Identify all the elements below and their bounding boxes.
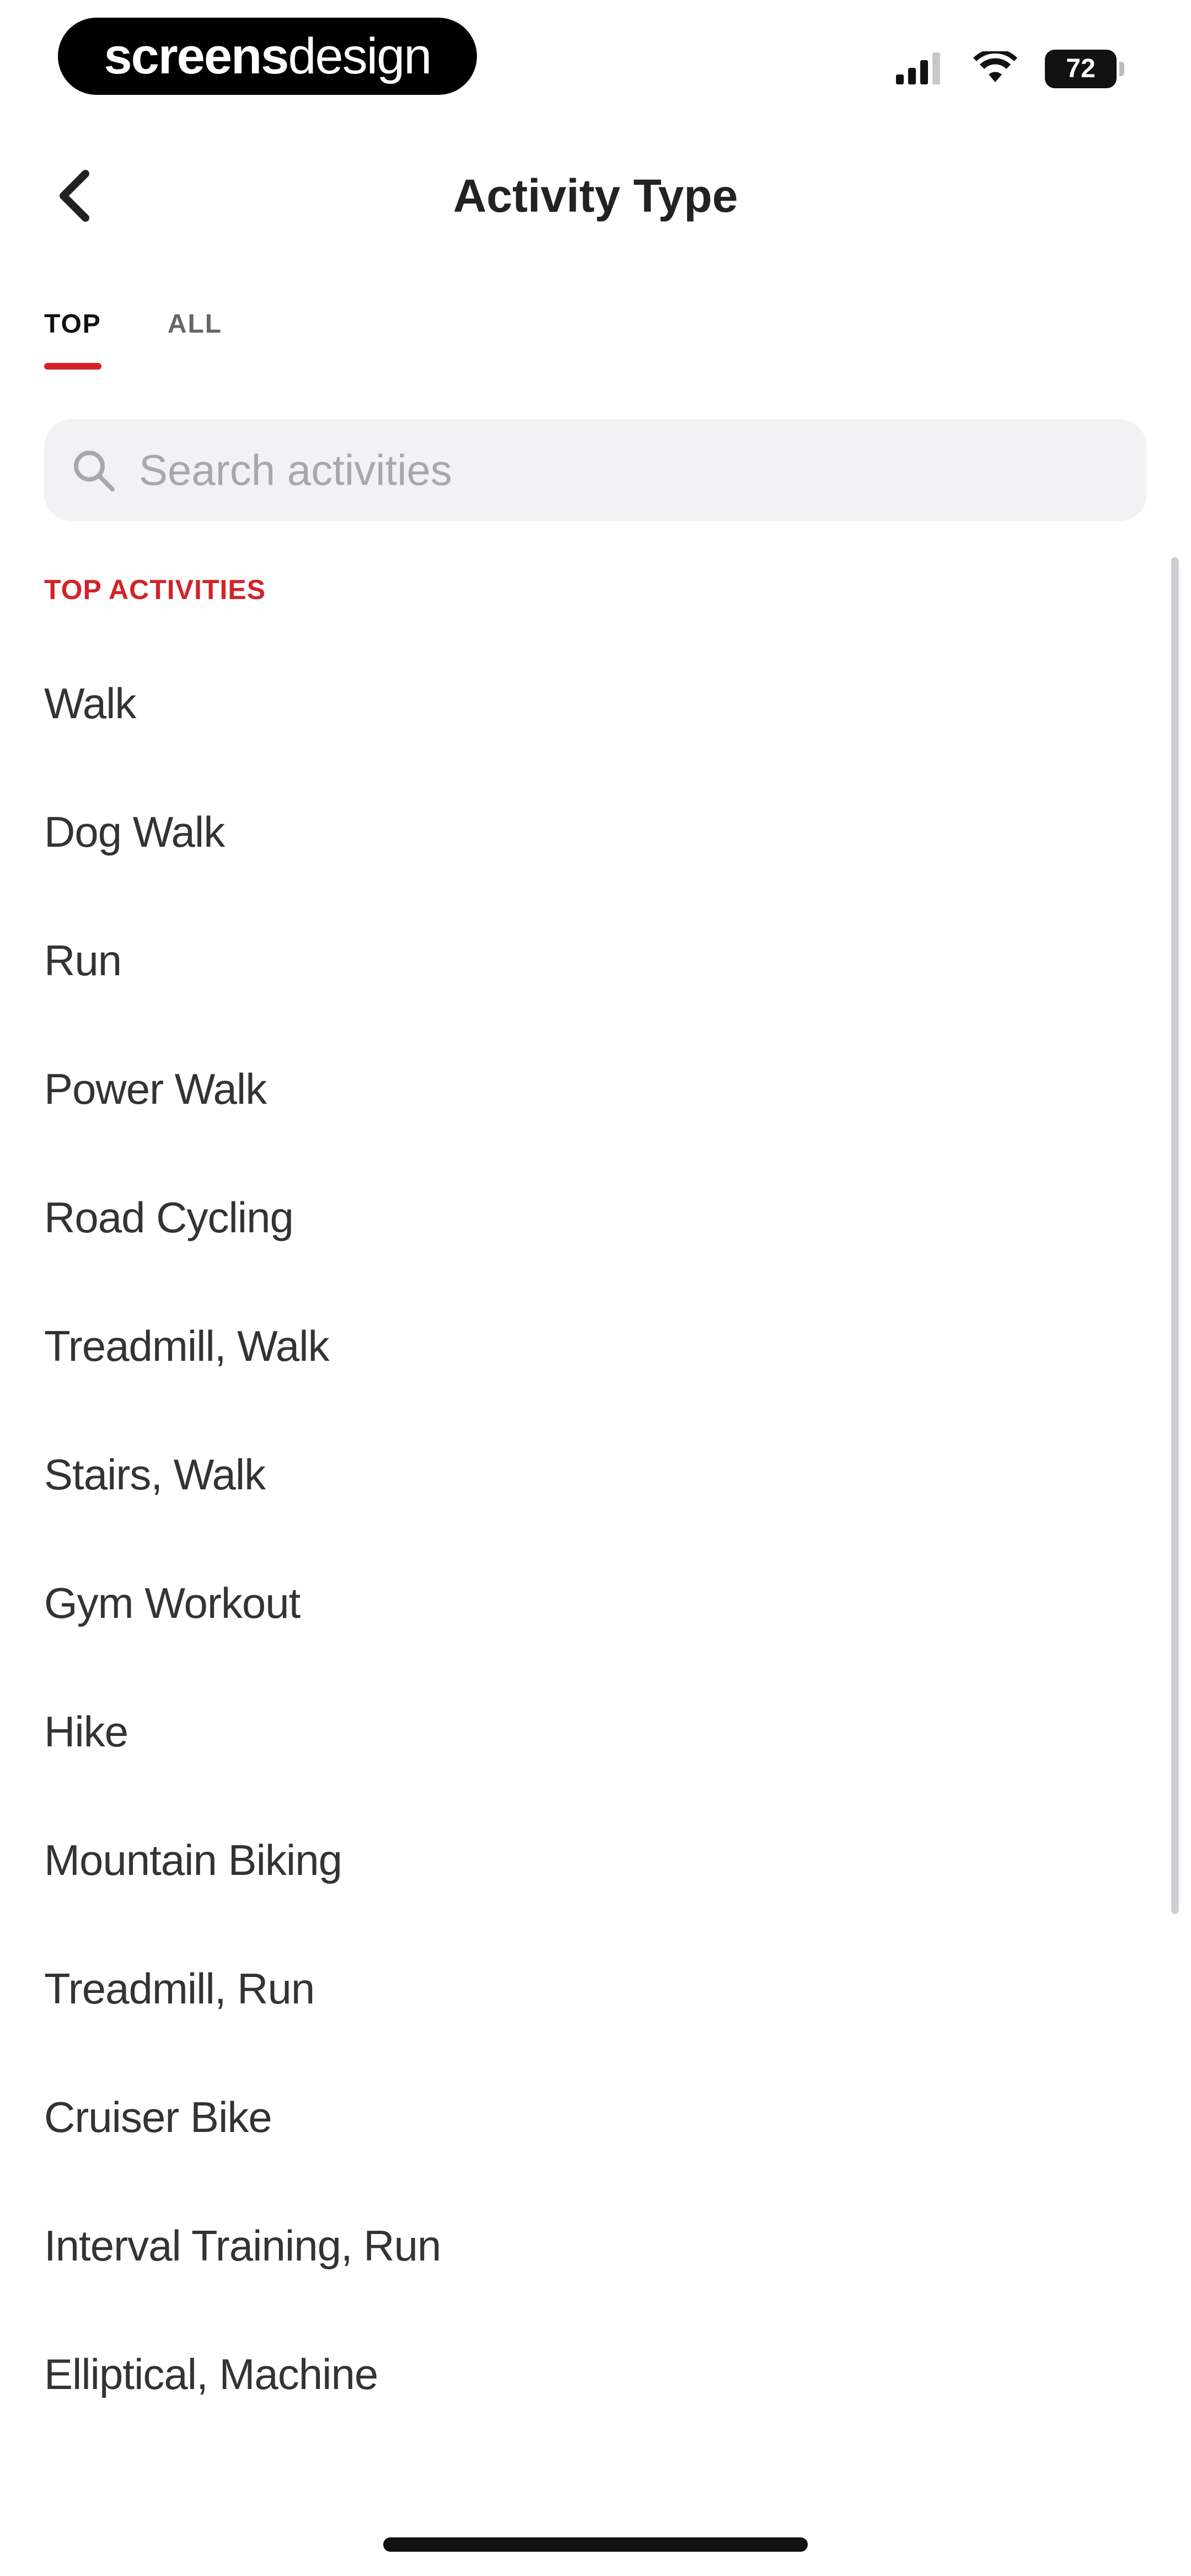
home-indicator[interactable] (383, 2537, 808, 2552)
list-item[interactable]: Treadmill, Walk (44, 1294, 1147, 1422)
list-item[interactable]: Elliptical, Machine (44, 2322, 1147, 2450)
list-item[interactable]: Stairs, Walk (44, 1422, 1147, 1551)
list-item[interactable]: Treadmill, Run (44, 1936, 1147, 2065)
battery-icon: 72 (1045, 50, 1124, 88)
list-item[interactable]: Run (44, 908, 1147, 1036)
activity-list: Walk Dog Walk Run Power Walk Road Cyclin… (44, 651, 1147, 2450)
status-bar: screensdesign 72 (0, 0, 1191, 116)
search-icon (66, 443, 121, 498)
signal-icon (896, 51, 946, 87)
scrollbar[interactable] (1171, 557, 1179, 1914)
page-title: Activity Type (453, 170, 738, 222)
list-item[interactable]: Gym Workout (44, 1551, 1147, 1679)
list-item[interactable]: Interval Training, Run (44, 2193, 1147, 2322)
search-bar[interactable] (44, 419, 1147, 521)
nav-header: Activity Type (0, 138, 1191, 254)
list-item[interactable]: Cruiser Bike (44, 2065, 1147, 2193)
brand-logo: screensdesign (58, 18, 477, 95)
tab-top[interactable]: TOP (44, 298, 101, 370)
tab-bar: TOP ALL (44, 298, 222, 370)
wifi-icon (973, 48, 1017, 87)
chevron-left-icon (60, 170, 89, 222)
status-icons: 72 (896, 47, 1124, 91)
list-item[interactable]: Road Cycling (44, 1165, 1147, 1294)
list-item[interactable]: Power Walk (44, 1036, 1147, 1165)
search-input[interactable] (138, 445, 1105, 496)
brand-logo-light: design (288, 28, 432, 84)
list-item[interactable]: Dog Walk (44, 779, 1147, 908)
section-title: TOP ACTIVITIES (44, 574, 266, 605)
list-item[interactable]: Walk (44, 651, 1147, 779)
back-button[interactable] (39, 160, 110, 232)
brand-logo-bold: screens (104, 28, 289, 84)
list-item[interactable]: Hike (44, 1679, 1147, 1808)
tab-all[interactable]: ALL (168, 298, 222, 370)
list-item[interactable]: Mountain Biking (44, 1808, 1147, 1936)
